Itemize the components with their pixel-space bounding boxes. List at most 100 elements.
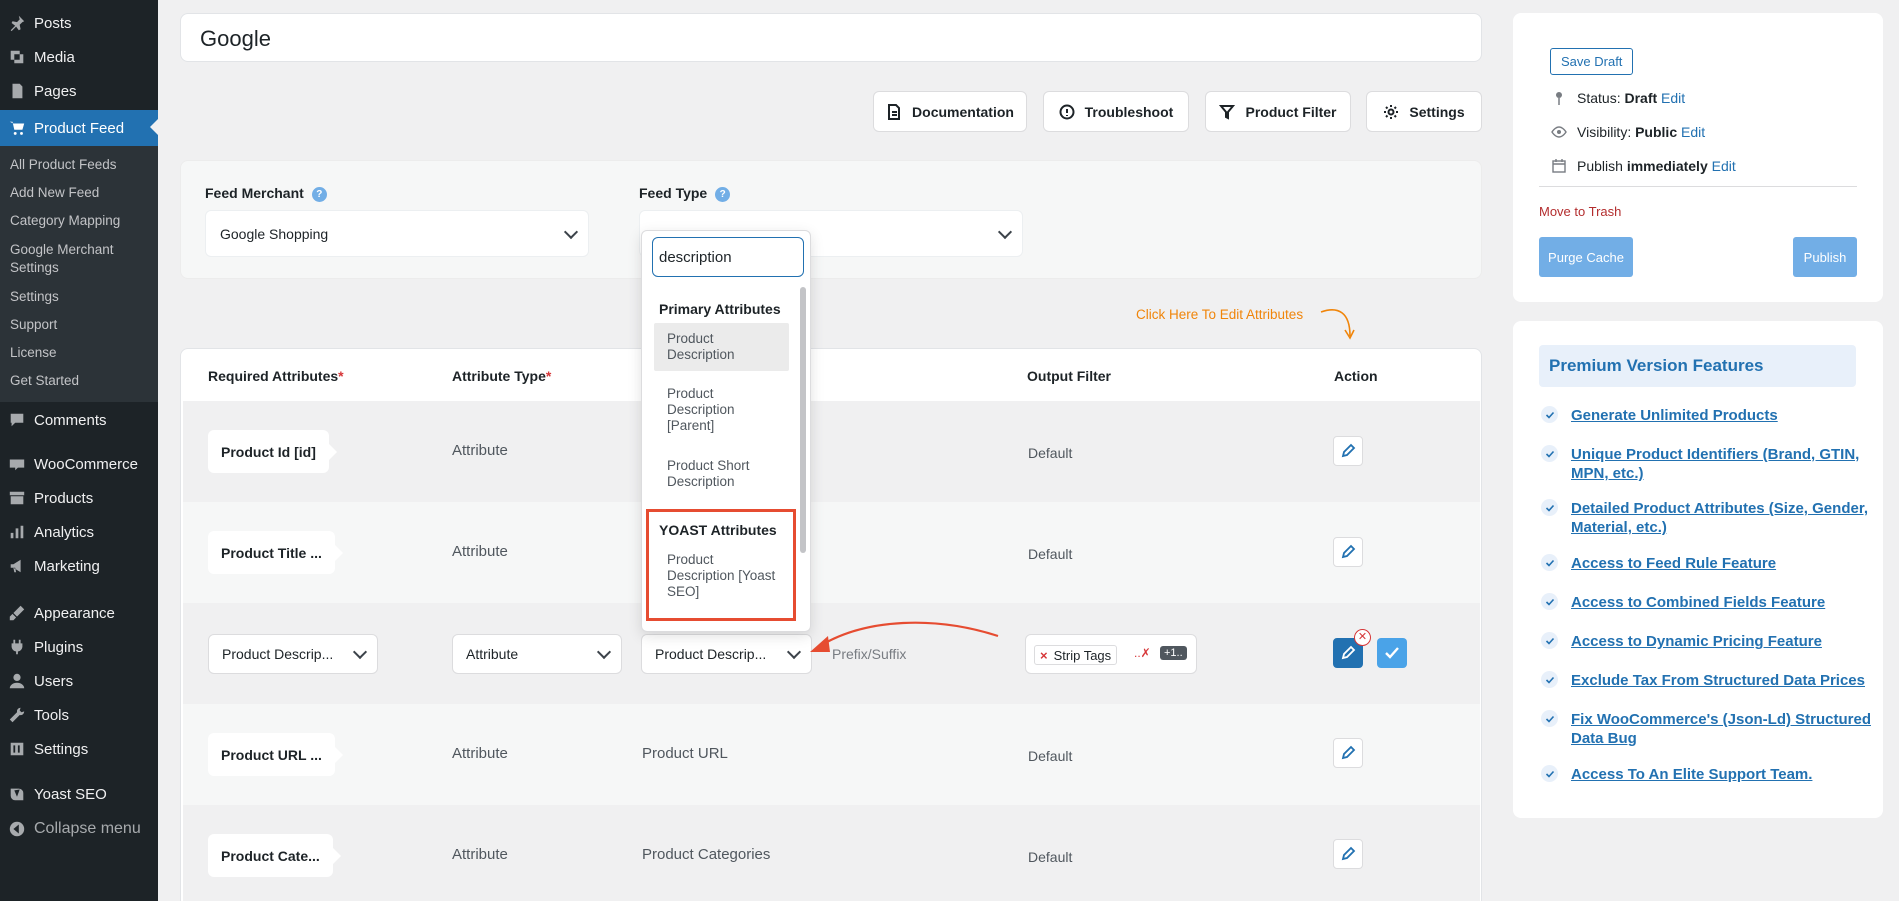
chevron-down-icon — [997, 224, 1013, 239]
sidebar-item-posts[interactable]: Posts — [0, 6, 158, 40]
check-icon — [1541, 710, 1558, 727]
pointer-arrow-icon — [810, 621, 999, 652]
publish-button[interactable]: Publish — [1793, 237, 1857, 277]
attribute-tag: Product Title ... — [208, 531, 343, 574]
submenu-google-merchant-settings[interactable]: Google Merchant Settings — [10, 241, 150, 277]
sidebar-item-label: WooCommerce — [34, 455, 138, 473]
submenu-support[interactable]: Support — [10, 316, 150, 334]
cancel-edit-icon[interactable]: ✕ — [1354, 629, 1371, 646]
collapse-menu-button[interactable]: Collapse menu — [0, 812, 158, 846]
documentation-button[interactable]: Documentation — [873, 91, 1027, 132]
feature-link[interactable]: Generate Unlimited Products — [1571, 406, 1778, 425]
attribute-type-text: Attribute — [452, 745, 508, 762]
dropdown-search-input[interactable] — [652, 237, 804, 277]
confirm-button[interactable] — [1377, 638, 1407, 668]
publish-date-line: Publish immediately Edit — [1551, 158, 1736, 174]
feature-link[interactable]: Exclude Tax From Structured Data Prices — [1571, 671, 1865, 690]
curved-arrow-icon — [1320, 309, 1355, 340]
sidebar-item-product-feed[interactable]: Product Feed — [0, 110, 158, 146]
submenu-settings[interactable]: Settings — [10, 288, 150, 306]
sidebar-item-plugins[interactable]: Plugins — [0, 630, 158, 664]
feature-link[interactable]: Access to Combined Fields Feature — [1571, 593, 1825, 612]
sidebar-item-label: Media — [34, 48, 75, 66]
edit-button[interactable] — [1333, 436, 1363, 466]
edit-status-link[interactable]: Edit — [1661, 90, 1685, 106]
save-draft-button[interactable]: Save Draft — [1550, 48, 1634, 75]
publish-box: Save Draft Status: Draft Edit Visibility… — [1513, 13, 1883, 302]
sidebar-item-tools[interactable]: Tools — [0, 698, 158, 732]
sidebar-item-appearance[interactable]: Appearance — [0, 596, 158, 630]
sidebar-item-products[interactable]: Products — [0, 481, 158, 515]
feed-title-input[interactable]: Google — [180, 13, 1482, 62]
edit-button[interactable] — [1333, 839, 1363, 869]
sidebar-item-yoast-seo[interactable]: Yoast SEO — [0, 777, 158, 811]
feature-link[interactable]: Access to Dynamic Pricing Feature — [1571, 632, 1822, 651]
edit-visibility-link[interactable]: Edit — [1681, 124, 1705, 140]
sidebar-item-label: Plugins — [34, 638, 84, 656]
submenu-category-mapping[interactable]: Category Mapping — [10, 212, 150, 230]
edit-publish-date-link[interactable]: Edit — [1712, 158, 1736, 174]
visibility-line: Visibility: Public Edit — [1551, 124, 1705, 140]
product-filter-button[interactable]: Product Filter — [1205, 91, 1351, 132]
group-primary-attributes: Primary Attributes — [659, 301, 781, 317]
table-row — [183, 401, 1480, 502]
more-filters-badge[interactable]: +1.. — [1160, 646, 1187, 660]
submenu-all-product-feeds[interactable]: All Product Feeds — [10, 156, 150, 174]
help-icon[interactable]: ? — [715, 186, 731, 202]
sidebar-item-comments[interactable]: Comments — [0, 403, 158, 437]
sidebar-item-woocommerce[interactable]: WooCommerce — [0, 447, 158, 481]
attribute-value-select[interactable]: Product Descrip... — [641, 634, 812, 674]
feature-link[interactable]: Detailed Product Attributes (Size, Gende… — [1571, 499, 1871, 537]
sidebar-item-label: Products — [34, 489, 94, 507]
help-icon[interactable]: ? — [311, 186, 327, 202]
chart-icon — [0, 523, 34, 541]
required-attribute-select[interactable]: Product Descrip... — [208, 634, 378, 674]
sidebar-item-pages[interactable]: Pages — [0, 74, 158, 108]
purge-cache-button[interactable]: Purge Cache — [1539, 237, 1633, 277]
check-icon — [1541, 406, 1558, 423]
option-product-short-description[interactable]: Product Short Description — [654, 450, 789, 498]
required-attribute-value: Product Descrip... — [222, 646, 334, 662]
troubleshoot-button[interactable]: Troubleshoot — [1043, 91, 1189, 132]
sidebar-item-label: Product Feed — [34, 119, 125, 137]
option-product-description-yoast[interactable]: Product Description [Yoast SEO] — [654, 544, 789, 608]
sidebar-item-marketing[interactable]: Marketing — [0, 549, 158, 583]
feed-merchant-value: Google Shopping — [220, 225, 329, 242]
user-icon — [0, 672, 34, 690]
feature-link[interactable]: Access to Feed Rule Feature — [1571, 554, 1776, 573]
remove-chip-icon[interactable]: × — [1040, 648, 1048, 663]
pencil-icon — [1341, 645, 1356, 660]
attribute-type-select[interactable]: Attribute — [452, 634, 622, 674]
sidebar-item-media[interactable]: Media — [0, 40, 158, 74]
feed-merchant-select[interactable]: Google Shopping — [205, 210, 589, 257]
attribute-type-text: Attribute — [452, 442, 508, 459]
attribute-tag: Product Id [id] — [208, 430, 337, 473]
feature-item: Unique Product Identifiers (Brand, GTIN,… — [1541, 445, 1871, 483]
pin-icon — [1556, 92, 1562, 105]
sidebar-item-settings[interactable]: Settings — [0, 732, 158, 766]
pin-icon — [0, 14, 34, 32]
output-filter-text: Default — [1028, 849, 1073, 865]
output-filter-multiselect[interactable]: × Strip Tags ..✗ +1.. — [1025, 634, 1197, 674]
sidebar-item-label: Analytics — [34, 523, 95, 541]
feature-link[interactable]: Access To An Elite Support Team. — [1571, 765, 1812, 784]
feature-link[interactable]: Fix WooCommerce's (Json-Ld) Structured D… — [1571, 710, 1871, 748]
option-product-description-parent[interactable]: Product Description [Parent] — [654, 378, 789, 442]
feature-link[interactable]: Unique Product Identifiers (Brand, GTIN,… — [1571, 445, 1871, 483]
option-product-description[interactable]: Product Description — [654, 323, 789, 371]
clear-filters-icon[interactable]: ..✗ — [1134, 646, 1151, 660]
submenu-add-new-feed[interactable]: Add New Feed — [10, 184, 150, 202]
dropdown-scrollbar[interactable] — [800, 287, 806, 553]
attribute-type-value: Attribute — [466, 646, 519, 662]
sidebar-item-users[interactable]: Users — [0, 664, 158, 698]
yoast-icon — [0, 785, 34, 803]
edit-button[interactable] — [1333, 738, 1363, 768]
submenu-license[interactable]: License — [10, 344, 150, 362]
output-filter-text: Default — [1028, 546, 1073, 562]
move-to-trash-link[interactable]: Move to Trash — [1539, 204, 1621, 219]
settings-button[interactable]: Settings — [1366, 91, 1482, 132]
feature-item: Exclude Tax From Structured Data Prices — [1541, 671, 1871, 690]
sidebar-item-analytics[interactable]: Analytics — [0, 515, 158, 549]
submenu-get-started[interactable]: Get Started — [10, 372, 150, 390]
edit-button[interactable] — [1333, 537, 1363, 567]
